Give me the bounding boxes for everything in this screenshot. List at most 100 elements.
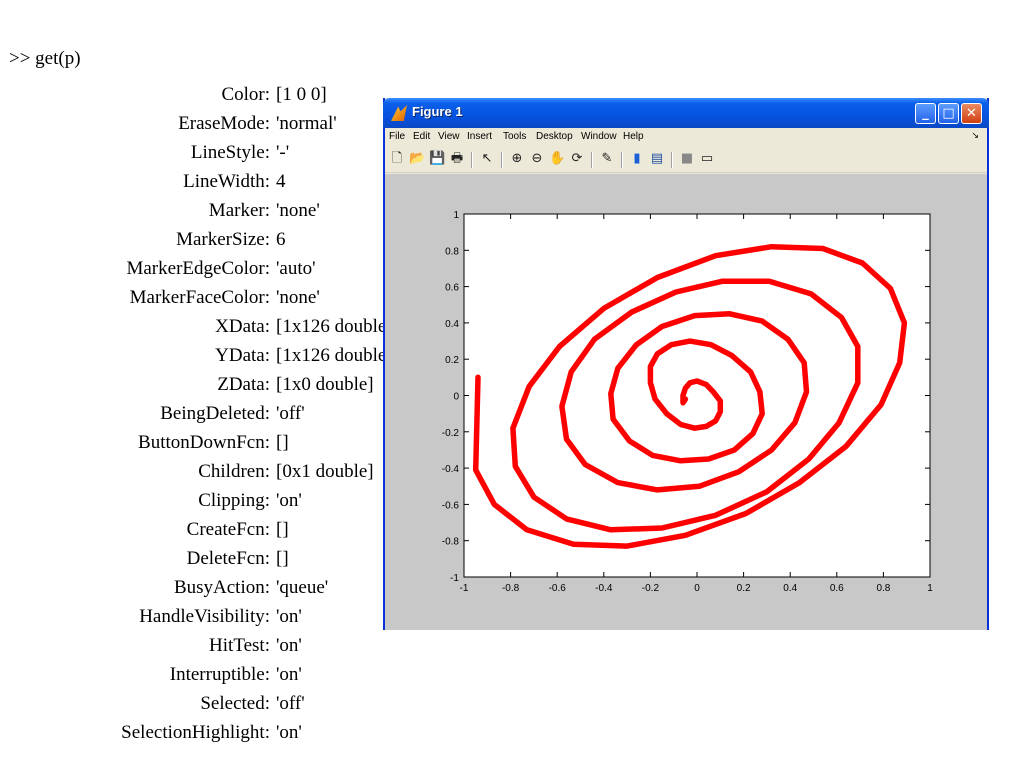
property-row: Interruptible: 'on' (0, 660, 650, 689)
x-tick-label: 1 (927, 583, 933, 594)
menu-overflow-icon[interactable]: ↘ (971, 130, 979, 141)
property-value: 'on' (276, 490, 302, 511)
toolbar-separator (671, 152, 673, 168)
x-tick-label: 0.2 (737, 583, 751, 594)
property-value: 'none' (276, 200, 320, 221)
data-cursor-icon[interactable]: ✎ (599, 151, 615, 167)
y-tick-label: 0.6 (445, 283, 459, 294)
command-prompt: >> get(p) (9, 48, 81, 69)
property-name: SelectionHighlight: (121, 722, 270, 743)
property-value: 'auto' (276, 258, 316, 279)
property-value: [1x126 double] (276, 316, 393, 337)
property-name: HandleVisibility: (139, 606, 270, 627)
title-bar[interactable]: Figure 1 _ □ ✕ (383, 98, 989, 128)
save-icon[interactable]: 💾 (429, 151, 445, 167)
minimize-button[interactable]: _ (915, 103, 936, 124)
x-tick-label: -0.2 (642, 583, 660, 594)
y-tick-label: 1 (453, 210, 459, 221)
x-tick-label: 0 (694, 583, 700, 594)
property-value: 'queue' (276, 577, 329, 598)
property-name: DeleteFcn: (186, 548, 270, 569)
property-name: ZData: (217, 374, 270, 395)
plot-panel: -1 -0.8 -0.6 -0.4 -0.2 0 0.2 0.4 0.6 0.8 1 1 0.8 0.6 0… (385, 174, 987, 630)
property-name: XData: (215, 316, 270, 337)
property-name: Color: (221, 84, 270, 105)
property-value: [1x0 double] (276, 374, 374, 395)
rotate-3d-icon[interactable]: ⟳ (569, 151, 585, 167)
toolbar-separator (621, 152, 623, 168)
property-name: MarkerEdgeColor: (126, 258, 270, 279)
new-figure-icon[interactable]: 🗋 (389, 151, 405, 167)
menu-view[interactable]: View (438, 131, 460, 142)
x-tick-label: 0.4 (783, 583, 797, 594)
menu-insert[interactable]: Insert (467, 131, 492, 142)
property-value: [0x1 double] (276, 461, 374, 482)
property-row: HitTest: 'on' (0, 631, 650, 660)
property-name: Clipping: (198, 490, 270, 511)
pointer-icon[interactable]: ↖ (479, 151, 495, 167)
zoom-out-icon[interactable]: ⊖ (529, 151, 545, 167)
property-value: [] (276, 432, 289, 453)
property-row: SelectionHighlight: 'on' (0, 718, 650, 747)
property-name: LineWidth: (183, 171, 270, 192)
print-icon[interactable]: 🖶 (449, 151, 465, 167)
property-value: 'off' (276, 693, 305, 714)
matlab-logo-icon (391, 105, 407, 121)
x-tick-label: -0.4 (595, 583, 613, 594)
y-tick-label: -1 (450, 573, 459, 584)
open-file-icon[interactable]: 📂 (409, 151, 425, 167)
menu-help[interactable]: Help (623, 131, 644, 142)
property-name: Interruptible: (169, 664, 270, 685)
property-name: CreateFcn: (186, 519, 270, 540)
y-tick-label: 0 (453, 392, 459, 403)
property-name: BeingDeleted: (160, 403, 270, 424)
property-value: 'off' (276, 403, 305, 424)
menu-desktop[interactable]: Desktop (536, 131, 573, 142)
toolbar-separator (591, 152, 593, 168)
pan-hand-icon[interactable]: ✋ (549, 151, 565, 167)
y-tick-label: 0.4 (445, 319, 459, 330)
axes-area (463, 213, 931, 578)
menu-file[interactable]: File (389, 131, 405, 142)
menu-edit[interactable]: Edit (413, 131, 430, 142)
zoom-in-icon[interactable]: ⊕ (509, 151, 525, 167)
property-name: BusyAction: (173, 577, 270, 598)
property-name: LineStyle: (190, 142, 270, 163)
property-value: [] (276, 519, 289, 540)
property-name: Selected: (200, 693, 270, 714)
property-name: Children: (198, 461, 270, 482)
figure-toolbar: 🗋 📂 💾 🖶 ↖ ⊕ ⊖ ✋ ⟳ ✎ ▮ ▤ ■ ▭ (385, 148, 987, 173)
x-tick-label: 0.6 (830, 583, 844, 594)
y-tick-label: -0.4 (442, 464, 460, 475)
y-tick-label: -0.2 (442, 428, 460, 439)
spiral-plot[interactable]: -1 -0.8 -0.6 -0.4 -0.2 0 0.2 0.4 0.6 0.8 1 1 0.8 0.6 0… (385, 174, 987, 630)
figure-window: Figure 1 _ □ ✕ File Edit View Insert Too… (383, 98, 989, 630)
show-plot-tools-icon[interactable]: ▭ (699, 151, 715, 167)
toolbar-separator (471, 152, 473, 168)
property-name: MarkerSize: (176, 229, 270, 250)
property-value: 4 (276, 171, 286, 192)
property-value: 'on' (276, 635, 302, 656)
property-value: 6 (276, 229, 286, 250)
y-tick-label: -0.6 (442, 500, 460, 511)
toolbar-separator (501, 152, 503, 168)
menu-window[interactable]: Window (581, 131, 617, 142)
colorbar-icon[interactable]: ▮ (629, 151, 645, 167)
property-name: Marker: (208, 200, 270, 221)
hide-plot-tools-icon[interactable]: ■ (679, 151, 695, 167)
menu-tools[interactable]: Tools (503, 131, 526, 142)
close-button[interactable]: ✕ (961, 103, 982, 124)
property-value: [] (276, 548, 289, 569)
y-tick-label: 0.2 (445, 355, 459, 366)
maximize-button[interactable]: □ (938, 103, 959, 124)
legend-icon[interactable]: ▤ (649, 151, 665, 167)
property-value: '-' (276, 142, 290, 163)
menu-bar: File Edit View Insert Tools Desktop Wind… (385, 128, 987, 146)
property-name: MarkerFaceColor: (129, 287, 270, 308)
property-row: Selected: 'off' (0, 689, 650, 718)
y-tick-label: -0.8 (442, 537, 460, 548)
property-value: 'none' (276, 287, 320, 308)
x-tick-label: -0.6 (549, 583, 567, 594)
property-value: [1 0 0] (276, 84, 327, 105)
property-value: 'on' (276, 606, 302, 627)
